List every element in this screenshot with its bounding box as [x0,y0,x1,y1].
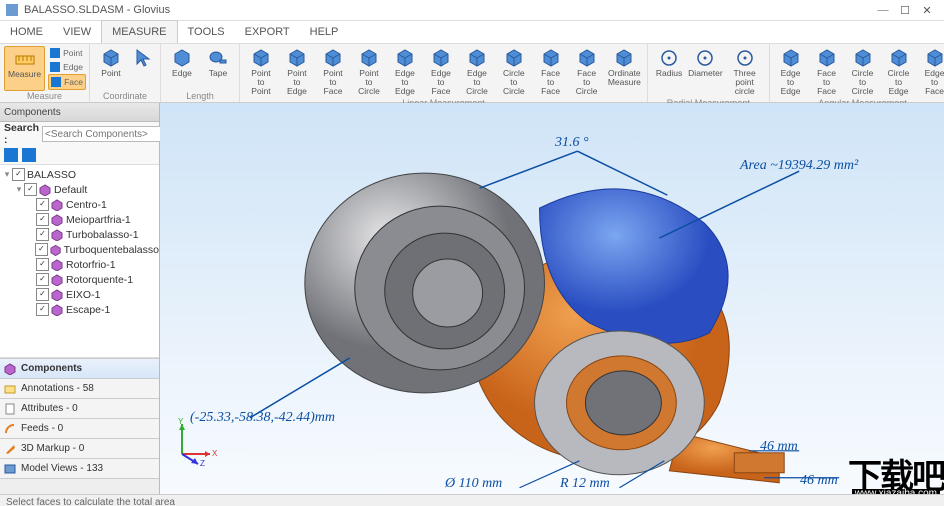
tree-item[interactable]: ✓Escape-1 [0,302,159,317]
annot-area: Area ~19394.29 mm² [740,158,858,174]
close-button[interactable]: ✕ [916,4,938,17]
annot-len2: 46 mm [800,473,838,489]
app-icon [6,4,18,16]
filter-icon-1[interactable] [4,148,18,162]
group-coordinate: Point Coordinate [90,44,161,102]
tree-item[interactable]: ✓Turbobalasso-1 [0,227,159,242]
status-bar: Select faces to calculate the total area [0,494,944,506]
group-angular: Edgeto EdgeFaceto FaceCircleto CircleCir… [770,44,944,102]
tree-item[interactable]: ✓Meiopartfria-1 [0,212,159,227]
tree-item[interactable]: ✓Centro-1 [0,197,159,212]
ribbon-btn[interactable]: Diameter [688,46,723,98]
watermark: 下载吧 www.xiazaiba.com [848,466,944,490]
panel-attributes[interactable]: Attributes - 0 [0,398,159,418]
annot-angle: 31.6 ° [555,135,589,151]
ribbon-btn[interactable]: Edgeto Edge [388,46,422,98]
tree-default[interactable]: ▾✓Default [0,182,159,197]
tree-root[interactable]: ▾✓BALASSO [0,167,159,182]
menu-help[interactable]: HELP [300,21,349,43]
maximize-button[interactable]: ☐ [894,4,916,17]
axis-triad: X Y Z [170,416,220,466]
tree-item[interactable]: ✓Rotorquente-1 [0,272,159,287]
panel-3d-markup[interactable]: 3D Markup - 0 [0,438,159,458]
ribbon-btn[interactable]: Pointto Point [244,46,278,98]
ribbon-btn[interactable]: Circleto Circle [496,46,532,98]
svg-text:X: X [212,449,218,458]
measure-filter: Point Edge Face [48,46,86,91]
filter-face[interactable]: Face [48,74,86,90]
window-title: BALASSO.SLDASM - Glovius [24,4,170,16]
group-linear: Pointto PointPointto EdgePointto FacePoi… [240,44,648,102]
annot-len1: 46 mm [760,439,798,455]
point-button[interactable]: Point [94,46,128,91]
menu-home[interactable]: HOME [0,21,53,43]
title-bar: BALASSO.SLDASM - Glovius — ☐ ✕ [0,0,944,21]
menu-export[interactable]: EXPORT [235,21,300,43]
panel-model-views[interactable]: Model Views - 133 [0,458,159,478]
ribbon-btn[interactable]: Edgeto Face [424,46,458,98]
panel-annotations[interactable]: Annotations - 58 [0,378,159,398]
filter-icon-2[interactable] [22,148,36,162]
group-length: Edge Tape Length [161,44,240,102]
ribbon-btn[interactable]: Face toCircle [570,46,604,98]
filter-edge[interactable]: Edge [48,60,86,74]
svg-text:Z: Z [200,459,205,466]
ribbon-btn[interactable]: Edgeto Edge [774,46,808,98]
ribbon-btn[interactable]: Edgeto Face [918,46,944,98]
ribbon: Measure Point Edge Face Measure Point Co… [0,44,944,103]
ribbon-btn[interactable]: Circleto Edge [882,46,916,98]
annot-radius: R 12 mm [560,476,610,492]
ribbon-btn[interactable]: Radius [652,46,686,98]
component-tree[interactable]: ▾✓BALASSO ▾✓Default ✓Centro-1✓Meiopartfr… [0,164,159,358]
menu-view[interactable]: VIEW [53,21,101,43]
ribbon-btn[interactable]: OrdinateMeasure [606,46,643,98]
tree-item[interactable]: ✓Rotorfrio-1 [0,257,159,272]
cursor-button[interactable] [130,46,156,91]
ribbon-btn[interactable]: Pointto Edge [280,46,314,98]
group-measure: Measure Point Edge Face Measure [0,44,90,102]
ribbon-btn[interactable]: Pointto Face [316,46,350,98]
sidebar-header: Components [0,103,159,122]
ribbon-btn[interactable]: Edge toCircle [460,46,494,98]
menu-measure[interactable]: MEASURE [101,20,177,43]
minimize-button[interactable]: — [872,4,894,16]
menu-tools[interactable]: TOOLS [178,21,235,43]
ribbon-btn[interactable]: Faceto Face [534,46,568,98]
ribbon-btn[interactable]: Circleto Circle [846,46,880,98]
ribbon-btn[interactable]: Threepoint circle [725,46,765,98]
ribbon-btn[interactable]: Faceto Face [810,46,844,98]
tree-item[interactable]: ✓EIXO-1 [0,287,159,302]
measure-button[interactable]: Measure [4,46,45,91]
ribbon-btn[interactable]: Point toCircle [352,46,386,98]
tape-button[interactable]: Tape [201,46,235,91]
3d-viewport[interactable]: 31.6 ° Area ~19394.29 mm² (-25.33,-58.38… [160,103,944,494]
panel-components[interactable]: Components [0,358,159,378]
edge-button[interactable]: Edge [165,46,199,91]
panel-feeds[interactable]: Feeds - 0 [0,418,159,438]
annot-diameter: Ø 110 mm [445,476,502,492]
filter-point[interactable]: Point [48,46,86,60]
sidebar: Components Search : ▶ ▾✓BALASSO ▾✓Defaul… [0,103,160,494]
menu-bar: HOME VIEW MEASURE TOOLS EXPORT HELP [0,21,944,44]
group-radial: RadiusDiameterThreepoint circle Radial M… [648,44,769,102]
tree-item[interactable]: ✓Turboquentebalasso [0,242,159,257]
svg-text:Y: Y [178,417,184,426]
search-row: Search : ▶ [0,122,159,146]
group-label: Measure [3,91,86,101]
